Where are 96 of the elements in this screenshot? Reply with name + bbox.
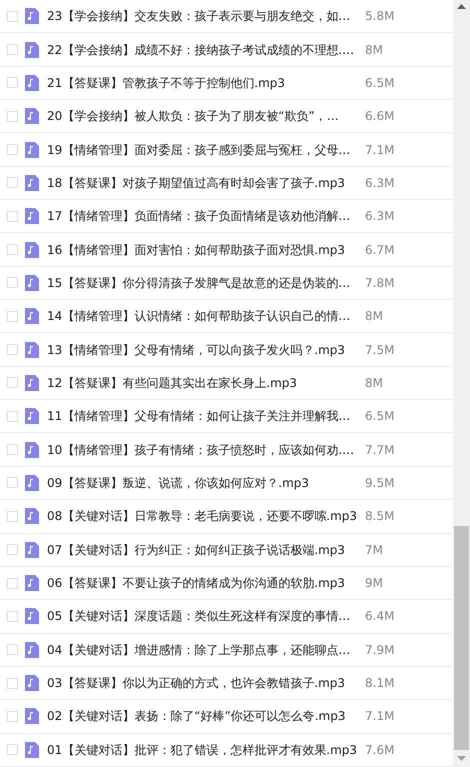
file-size: 8M <box>365 374 383 392</box>
file-size: 8.1M <box>365 675 394 692</box>
music-file-icon <box>25 508 39 524</box>
checkbox[interactable] <box>7 210 18 222</box>
file-name[interactable]: 03【答疑课】你以为正确的方式，也许会教错孩子.mp3 <box>47 674 357 692</box>
music-file-icon <box>25 308 39 324</box>
file-name[interactable]: 23【学会接纳】交友失败：孩子表示要与朋友绝交，如… <box>47 7 357 26</box>
file-size: 8.5M <box>365 508 394 526</box>
music-file-icon <box>25 342 39 358</box>
file-size: 7.1M <box>365 142 394 159</box>
file-name[interactable]: 22【学会接纳】成绩不好：接纳孩子考试成绩的不理想.… <box>47 40 357 59</box>
file-size: 7M <box>365 542 383 559</box>
checkbox[interactable] <box>7 477 18 488</box>
checkbox[interactable] <box>7 678 18 689</box>
music-file-icon <box>25 742 39 758</box>
music-file-icon <box>25 542 39 558</box>
file-size: 7.7M <box>365 442 394 459</box>
checkbox[interactable] <box>7 110 18 122</box>
checkbox[interactable] <box>7 744 18 756</box>
file-name[interactable]: 13【情绪管理】父母有情绪，可以向孩子发火吗？.mp3 <box>47 340 357 359</box>
scrollbar[interactable] <box>453 0 470 767</box>
music-file-icon <box>25 8 39 24</box>
music-file-icon <box>25 74 39 91</box>
file-size: 8M <box>365 308 383 326</box>
music-file-icon <box>25 174 39 191</box>
file-name[interactable]: 15【答疑课】你分得清孩子发脾气是故意的还是伪装的… <box>47 274 357 292</box>
file-size: 8M <box>365 42 383 59</box>
file-name[interactable]: 19【情绪管理】面对委屈：孩子感到委屈与冤枉，父母… <box>47 140 357 159</box>
file-size: 7.8M <box>365 274 394 292</box>
file-size: 7.5M <box>365 342 394 359</box>
file-name[interactable]: 10【情绪管理】孩子有情绪：孩子愤怒时，应该如何劝.… <box>47 440 357 459</box>
file-name[interactable]: 20【学会接纳】被人欺负：孩子为了朋友被“欺负”，… <box>47 107 357 126</box>
checkbox[interactable] <box>7 10 18 22</box>
file-size: 5.8M <box>365 8 394 26</box>
file-name[interactable]: 21【答疑课】管教孩子不等于控制他们.mp3 <box>47 74 357 92</box>
music-file-icon <box>25 575 39 592</box>
file-size: 6.5M <box>365 408 394 426</box>
file-name[interactable]: 06【答疑课】不要让孩子的情绪成为你沟通的软肋.mp3 <box>47 574 357 592</box>
file-name[interactable]: 11【情绪管理】父母有情绪：如何让孩子关注并理解我… <box>47 407 357 426</box>
music-file-icon <box>25 108 39 124</box>
checkbox[interactable] <box>7 410 18 422</box>
music-file-icon <box>25 208 39 224</box>
scroll-up-icon[interactable] <box>457 4 466 9</box>
music-file-icon <box>25 474 39 491</box>
file-size: 9.5M <box>365 474 394 492</box>
file-name[interactable]: 08【关键对话】日常教导：老毛病要说，还要不啰嗦.mp3 <box>47 507 357 526</box>
file-size: 7.1M <box>365 708 394 726</box>
file-size: 6.6M <box>365 108 394 126</box>
music-file-icon <box>25 274 39 291</box>
checkbox[interactable] <box>7 344 18 356</box>
music-file-icon <box>25 142 39 158</box>
checkbox[interactable] <box>7 544 18 556</box>
file-name[interactable]: 09【答疑课】叛逆、说谎，你该如何应对？.mp3 <box>47 474 357 492</box>
music-file-icon <box>25 442 39 458</box>
file-size: 9M <box>365 575 383 592</box>
checkbox[interactable] <box>7 578 18 589</box>
checkbox[interactable] <box>7 244 18 256</box>
checkbox[interactable] <box>7 377 18 388</box>
checkbox[interactable] <box>7 444 18 456</box>
file-name[interactable]: 05【关键对话】深度话题：类似生死这样有深度的事情… <box>47 607 357 626</box>
file-name[interactable]: 01【关键对话】批评：犯了错误，怎样批评才有效果.mp3 <box>47 740 357 759</box>
checkbox[interactable] <box>7 144 18 156</box>
file-size: 6.3M <box>365 174 394 192</box>
music-file-icon <box>25 374 39 391</box>
file-size: 6.3M <box>365 208 394 226</box>
music-file-icon <box>25 242 39 258</box>
checkbox[interactable] <box>7 610 18 622</box>
music-file-icon <box>25 642 39 658</box>
file-size: 6.5M <box>365 74 394 92</box>
file-size: 7.6M <box>365 742 394 759</box>
file-name[interactable]: 17【情绪管理】负面情绪：孩子负面情绪是该劝他消解… <box>47 207 357 226</box>
music-file-icon <box>25 675 39 692</box>
checkbox[interactable] <box>7 644 18 656</box>
music-file-icon <box>25 608 39 624</box>
file-name[interactable]: 18【答疑课】对孩子期望值过高有时却会害了孩子.mp3 <box>47 174 357 192</box>
file-size: 6.4M <box>365 608 394 626</box>
file-name[interactable]: 04【关键对话】增进感情：除了上学那点事，还能聊点… <box>47 640 357 659</box>
music-file-icon <box>25 708 39 724</box>
checkbox[interactable] <box>7 277 18 288</box>
file-name[interactable]: 14【情绪管理】认识情绪：如何帮助孩子认识自己的情… <box>47 307 357 326</box>
file-name[interactable]: 12【答疑课】有些问题其实出在家长身上.mp3 <box>47 374 357 392</box>
file-size: 6.7M <box>365 242 394 259</box>
file-name[interactable]: 07【关键对话】行为纠正：如何纠正孩子说话极端.mp3 <box>47 540 357 559</box>
music-file-icon <box>25 42 39 58</box>
music-file-icon <box>25 408 39 424</box>
file-name[interactable]: 02【关键对话】表扬：除了“好棒”你还可以怎么夸.mp3 <box>47 707 357 726</box>
checkbox[interactable] <box>7 44 18 56</box>
scroll-down-icon[interactable] <box>457 756 466 761</box>
scrollbar-thumb[interactable] <box>454 526 469 750</box>
checkbox[interactable] <box>7 77 18 88</box>
file-size: 7.9M <box>365 642 394 659</box>
checkbox[interactable] <box>7 710 18 722</box>
checkbox[interactable] <box>7 177 18 188</box>
checkbox[interactable] <box>7 510 18 522</box>
file-name[interactable]: 16【情绪管理】面对害怕：如何帮助孩子面对恐惧.mp3 <box>47 240 357 259</box>
checkbox[interactable] <box>7 310 18 322</box>
